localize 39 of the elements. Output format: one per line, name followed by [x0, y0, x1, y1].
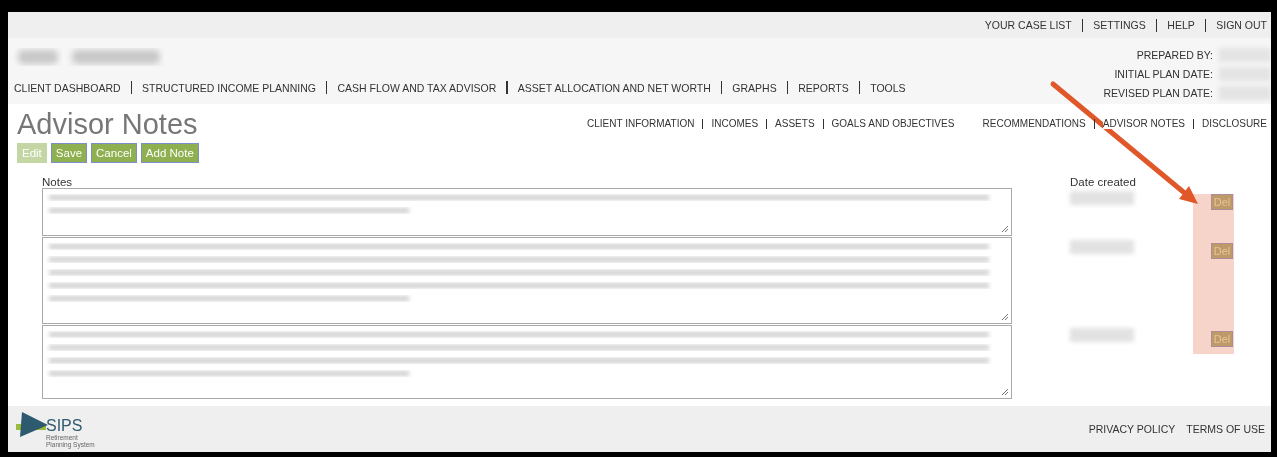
main-nav-link[interactable]: CLIENT DASHBOARD [14, 81, 121, 94]
resize-grip-icon[interactable] [1001, 225, 1009, 233]
section-nav-link[interactable]: RECOMMENDATIONS [982, 118, 1086, 129]
column-header: Notes [42, 176, 74, 188]
main-nav-link[interactable]: REPORTS [798, 81, 849, 94]
plan-info-label: INITIAL PLAN DATE: [1114, 67, 1213, 80]
blurred-value [1219, 85, 1271, 100]
blurred-value [1219, 66, 1271, 81]
top-nav-link[interactable]: HELP [1167, 19, 1195, 31]
column-header: Date created [1069, 176, 1137, 188]
logo-name: SIPS [46, 418, 84, 434]
main-nav-link[interactable]: TOOLS [870, 81, 906, 94]
top-nav-link[interactable]: YOUR CASE LIST [984, 19, 1072, 31]
resize-grip-icon[interactable] [1001, 313, 1009, 321]
blurred-date [1070, 191, 1134, 205]
top-nav-link[interactable]: SIGN OUT [1216, 19, 1267, 31]
blurred-value [1219, 47, 1271, 62]
section-nav-link[interactable]: INCOMES [711, 118, 759, 129]
main-nav-link[interactable]: STRUCTURED INCOME PLANNING [142, 81, 316, 94]
footer-link[interactable]: TERMS OF USE [1186, 423, 1265, 435]
plan-info-label: REVISED PLAN DATE: [1103, 86, 1213, 99]
section-nav-link[interactable]: GOALS AND OBJECTIVES [831, 118, 955, 129]
plan-info-label: PREPARED BY: [1136, 48, 1213, 61]
blurred-date [1070, 240, 1134, 254]
note-field[interactable] [42, 237, 1012, 324]
top-nav-link[interactable]: SETTINGS [1093, 19, 1146, 31]
section-nav-link[interactable]: DISCLOSURE [1202, 118, 1267, 129]
resize-grip-icon[interactable] [1001, 388, 1009, 396]
section-nav-link[interactable]: ADVISOR NOTES [1102, 118, 1185, 129]
page-title: Advisor Notes [17, 108, 199, 140]
section-nav-link[interactable]: ASSETS [775, 118, 815, 129]
main-nav-link[interactable]: GRAPHS [732, 81, 777, 94]
main-nav-link[interactable]: ASSET ALLOCATION AND NET WORTH [517, 81, 711, 94]
footer-link[interactable]: PRIVACY POLICY [1088, 423, 1176, 435]
main-nav-link[interactable]: CASH FLOW AND TAX ADVISOR [337, 81, 497, 94]
blurred-date [1070, 328, 1134, 342]
note-field[interactable] [42, 325, 1012, 399]
note-field[interactable] [42, 188, 1012, 236]
section-nav-link[interactable]: CLIENT INFORMATION [587, 118, 695, 129]
